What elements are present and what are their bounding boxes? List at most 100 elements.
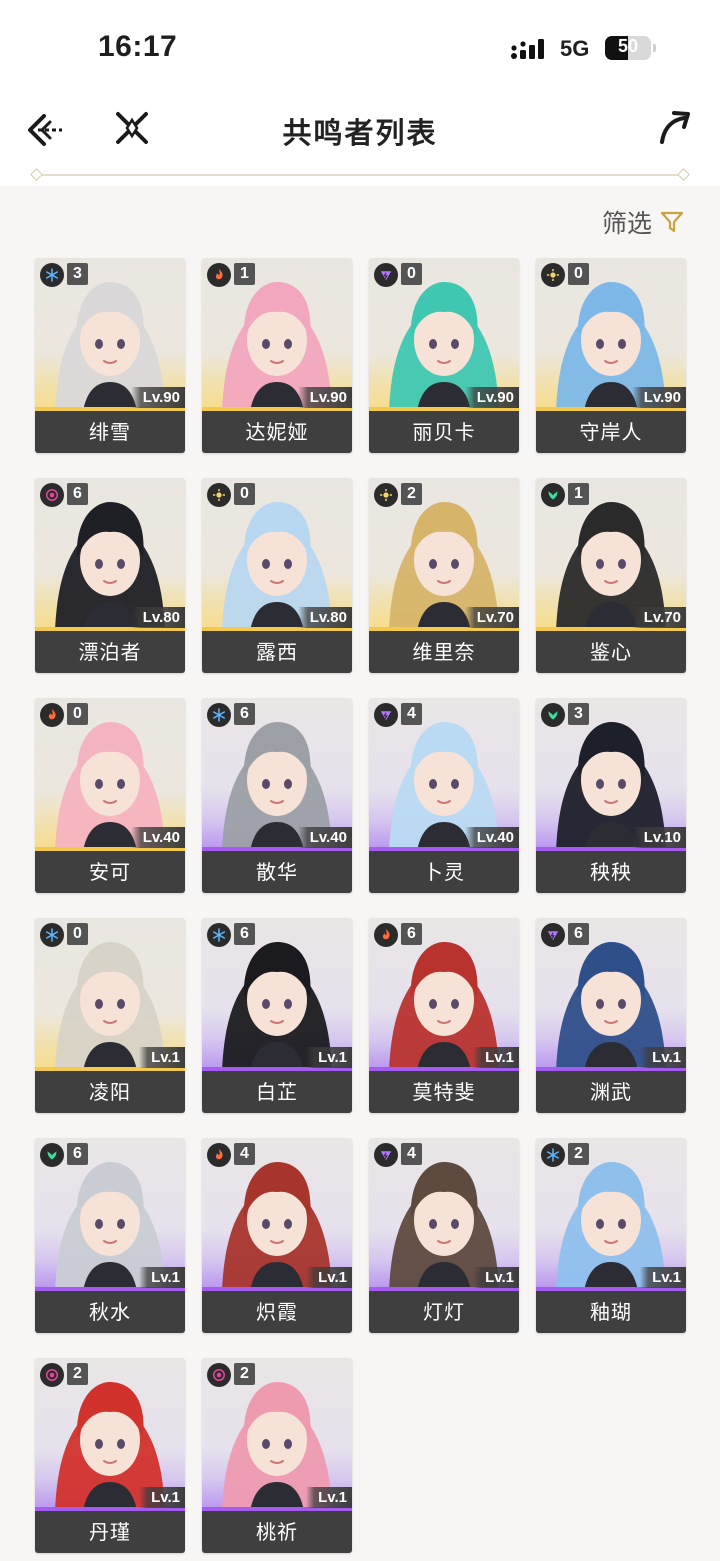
network-type: 5G <box>560 36 590 61</box>
level-tag: Lv.40 <box>130 827 185 848</box>
character-name: 丹瑾 <box>35 1511 185 1553</box>
resonator-card[interactable]: 4 Lv.1 炽霞 <box>202 1138 352 1333</box>
battery-cap <box>653 44 656 52</box>
level-tag: Lv.1 <box>139 1047 185 1068</box>
wind-icon <box>541 703 565 727</box>
header-divider <box>36 174 684 176</box>
filter-icon <box>660 211 684 233</box>
sun-icon <box>207 483 231 507</box>
level-tag: Lv.1 <box>640 1047 686 1068</box>
resonator-card[interactable]: 2 Lv.1 丹瑾 <box>35 1358 185 1553</box>
character-name: 达妮娅 <box>202 411 352 453</box>
resonator-card[interactable]: 0 Lv.1 凌阳 <box>35 918 185 1113</box>
chain-badge: 4 <box>234 1143 255 1165</box>
level-tag: Lv.80 <box>130 607 185 628</box>
chain-badge: 6 <box>568 923 589 945</box>
flame-icon <box>40 703 64 727</box>
filter-label: 筛选 <box>601 209 652 238</box>
status-time: 16:17 <box>98 30 178 63</box>
character-name: 桃祈 <box>202 1511 352 1553</box>
resonator-card[interactable]: 6 Lv.40 散华 <box>202 698 352 893</box>
resonator-card[interactable]: 0 Lv.90 守岸人 <box>536 258 686 453</box>
level-tag: Lv.90 <box>464 387 519 408</box>
resonator-card[interactable]: 0 Lv.40 安可 <box>35 698 185 893</box>
snowflake-icon <box>40 923 64 947</box>
flame-icon <box>207 1143 231 1167</box>
level-tag: Lv.70 <box>464 607 519 628</box>
resonator-card[interactable]: 1 Lv.70 鉴心 <box>536 478 686 673</box>
level-tag: Lv.1 <box>306 1267 352 1288</box>
level-tag: Lv.1 <box>640 1267 686 1288</box>
chain-badge: 2 <box>401 483 422 505</box>
snowflake-icon <box>541 1143 565 1167</box>
resonator-card[interactable]: 3 Lv.10 秧秧 <box>536 698 686 893</box>
snowflake-icon <box>207 923 231 947</box>
flame-icon <box>207 263 231 287</box>
resonator-card[interactable]: 2 Lv.70 维里奈 <box>369 478 519 673</box>
character-name: 绯雪 <box>35 411 185 453</box>
chain-badge: 2 <box>234 1363 255 1385</box>
wind-icon <box>541 483 565 507</box>
character-name: 露西 <box>202 631 352 673</box>
character-name: 莫特斐 <box>369 1071 519 1113</box>
resonator-card[interactable]: 4 Lv.1 灯灯 <box>369 1138 519 1333</box>
page-title: 共鸣者列表 <box>282 116 438 150</box>
character-name: 秧秧 <box>536 851 686 893</box>
chain-badge: 0 <box>234 483 255 505</box>
filter-button[interactable]: 筛选 <box>602 204 684 240</box>
chain-badge: 6 <box>234 703 255 725</box>
chain-badge: 6 <box>67 483 88 505</box>
chain-badge: 0 <box>568 263 589 285</box>
share-icon[interactable] <box>656 108 694 146</box>
chain-badge: 6 <box>234 923 255 945</box>
level-tag: Lv.40 <box>297 827 352 848</box>
resonator-card[interactable]: 6 Lv.1 白芷 <box>202 918 352 1113</box>
resonator-card[interactable]: 2 Lv.1 桃祈 <box>202 1358 352 1553</box>
character-name: 维里奈 <box>369 631 519 673</box>
snowflake-icon <box>40 263 64 287</box>
resonator-card[interactable]: 6 Lv.1 秋水 <box>35 1138 185 1333</box>
lightning-icon <box>374 263 398 287</box>
resonator-card[interactable]: 6 Lv.1 莫特斐 <box>369 918 519 1113</box>
resonator-card[interactable]: 2 Lv.1 釉瑚 <box>536 1138 686 1333</box>
resonator-card[interactable]: 3 Lv.90 绯雪 <box>35 258 185 453</box>
level-tag: Lv.90 <box>631 387 686 408</box>
resonator-card[interactable]: 6 Lv.1 渊武 <box>536 918 686 1113</box>
character-name: 灯灯 <box>369 1291 519 1333</box>
sun-icon <box>541 263 565 287</box>
resonator-card[interactable]: 1 Lv.90 达妮娅 <box>202 258 352 453</box>
resonator-grid: 3 Lv.90 绯雪 1 Lv.90 达妮娅 0 Lv.90 丽贝卡 0 Lv.90 守岸人 6 Lv.8… <box>35 258 686 1553</box>
resonator-card[interactable]: 0 Lv.90 丽贝卡 <box>369 258 519 453</box>
character-name: 散华 <box>202 851 352 893</box>
chain-badge: 0 <box>67 923 88 945</box>
spiral-icon <box>40 1363 64 1387</box>
character-name: 渊武 <box>536 1071 686 1113</box>
chain-badge: 3 <box>568 703 589 725</box>
status-bar: 16:17 5G 50 <box>0 0 720 96</box>
level-tag: Lv.1 <box>139 1487 185 1508</box>
level-tag: Lv.90 <box>297 387 352 408</box>
header: 共鸣者列表 <box>0 96 720 186</box>
character-name: 白芷 <box>202 1071 352 1113</box>
character-name: 守岸人 <box>536 411 686 453</box>
wind-icon <box>40 1143 64 1167</box>
character-name: 安可 <box>35 851 185 893</box>
level-tag: Lv.10 <box>631 827 686 848</box>
battery-icon: 50 <box>605 36 651 60</box>
flame-icon <box>374 923 398 947</box>
sun-icon <box>374 483 398 507</box>
lightning-icon <box>541 923 565 947</box>
resonator-card[interactable]: 6 Lv.80 漂泊者 <box>35 478 185 673</box>
resonator-list: 筛选 3 Lv.90 绯雪 1 Lv.90 达妮娅 0 Lv.90 丽贝卡 0 Lv.90 守岸人 6 L… <box>0 186 720 1561</box>
level-tag: Lv.1 <box>306 1487 352 1508</box>
resonator-card[interactable]: 0 Lv.80 露西 <box>202 478 352 673</box>
level-tag: Lv.1 <box>139 1267 185 1288</box>
character-name: 釉瑚 <box>536 1291 686 1333</box>
chain-badge: 6 <box>67 1143 88 1165</box>
battery-level: 50 <box>617 36 639 56</box>
character-name: 秋水 <box>35 1291 185 1333</box>
character-name: 卜灵 <box>369 851 519 893</box>
resonator-card[interactable]: 4 Lv.40 卜灵 <box>369 698 519 893</box>
chain-badge: 1 <box>568 483 589 505</box>
level-tag: Lv.70 <box>631 607 686 628</box>
